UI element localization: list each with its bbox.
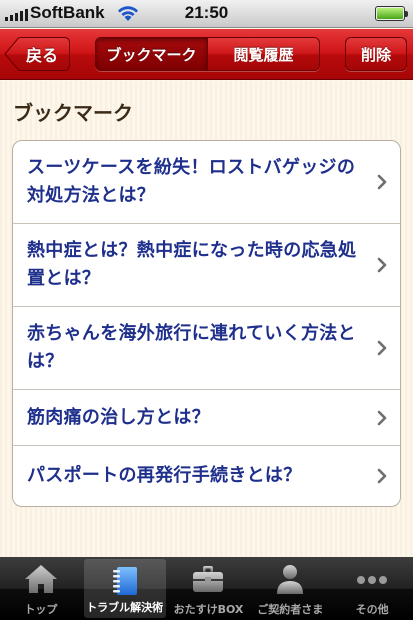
notebook-icon xyxy=(112,567,137,595)
list-item-title: スーツケースを紛失！ロストバゲッジの対処方法とは？ xyxy=(27,157,356,206)
tab-contractor[interactable]: ご契約者さま xyxy=(249,557,331,620)
list-item[interactable]: 熱中症とは？熱中症になった時の応急処置とは？ xyxy=(13,224,400,307)
chevron-right-icon xyxy=(377,257,387,273)
tab-others[interactable]: その他 xyxy=(331,557,413,620)
tab-top[interactable]: トップ xyxy=(0,557,82,620)
segment-bookmarks[interactable]: ブックマーク xyxy=(96,38,208,70)
chevron-right-icon xyxy=(377,174,387,190)
delete-button[interactable]: 削除 xyxy=(345,37,407,71)
list-item-title: 赤ちゃんを海外旅行に連れていく方法とは？ xyxy=(27,323,356,372)
tab-label: ご契約者さま xyxy=(257,603,324,616)
list-item[interactable]: パスポートの再発行手続きとは？ xyxy=(13,446,400,506)
status-bar: SoftBank 21:50 xyxy=(0,0,413,28)
person-icon xyxy=(277,565,304,594)
list-item[interactable]: 赤ちゃんを海外旅行に連れていく方法とは？ xyxy=(13,307,400,390)
navigation-bar: 戻る ブックマーク 閲覧履歴 削除 xyxy=(0,29,413,80)
list-item-title: 筋肉痛の治し方とは？ xyxy=(27,406,210,428)
tab-bar: トップ トラブル解決術 おたすけBOX ご契約者さま その他 xyxy=(0,557,413,620)
tab-label: トップ xyxy=(24,603,58,616)
back-button-label: 戻る xyxy=(25,46,58,65)
chevron-right-icon xyxy=(377,468,387,484)
tab-label: おたすけBOX xyxy=(173,603,244,616)
list-item[interactable]: 筋肉痛の治し方とは？ xyxy=(13,390,400,446)
list-item-title: パスポートの再発行手続きとは？ xyxy=(27,465,302,486)
list-item-title: 熱中症とは？熱中症になった時の応急処置とは？ xyxy=(27,240,357,289)
chevron-right-icon xyxy=(377,340,387,356)
chevron-right-icon xyxy=(377,410,387,425)
tab-trouble-solutions[interactable]: トラブル解決術 xyxy=(83,559,166,618)
battery-icon xyxy=(375,6,408,21)
briefcase-icon xyxy=(193,566,224,592)
clock: 21:50 xyxy=(184,3,229,22)
tab-otasuke-box[interactable]: おたすけBOX xyxy=(168,557,250,620)
section-title: ブックマーク xyxy=(13,101,133,125)
bookmark-list: スーツケースを紛失！ロストバゲッジの対処方法とは？ 熱中症とは？熱中症になった時… xyxy=(12,140,401,507)
tab-label: トラブル解決術 xyxy=(86,601,164,614)
bookmark-history-segmented-control: ブックマーク 閲覧履歴 xyxy=(95,37,320,71)
tab-label: その他 xyxy=(355,603,389,616)
back-button[interactable]: 戻る xyxy=(4,37,70,71)
more-icon xyxy=(357,576,388,584)
segment-history[interactable]: 閲覧履歴 xyxy=(208,38,319,70)
home-icon xyxy=(24,565,57,593)
list-item[interactable]: スーツケースを紛失！ロストバゲッジの対処方法とは？ xyxy=(13,141,400,224)
bookmark-content: ブックマーク スーツケースを紛失！ロストバゲッジの対処方法とは？ 熱中症とは？熱… xyxy=(0,81,413,557)
